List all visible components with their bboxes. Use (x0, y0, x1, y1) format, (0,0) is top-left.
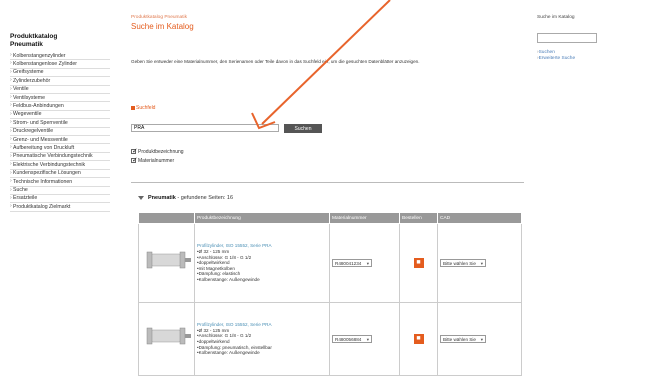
cad-cell: Bitte wählen Sie (437, 302, 522, 376)
bullet-square-icon (131, 105, 135, 110)
sidebar-title-line2: Pneumatik (10, 41, 43, 48)
cad-select[interactable]: Bitte wählen Sie (440, 335, 486, 344)
sidebar-item[interactable]: Wegeventile (10, 111, 110, 120)
sidebar-item[interactable]: Druckregelventile (10, 128, 110, 137)
results-table: Produktbezeichnung Materialnummer Bestel… (138, 212, 522, 376)
page-title: Suche im Katalog (131, 22, 194, 31)
table-row: Profilzylinder, ISO 15552, Serie PRAØ 32… (138, 223, 522, 303)
order-cell: ■ (399, 302, 438, 376)
right-search-label: Suche im Katalog (537, 15, 575, 20)
material-cell: R480056884 (329, 302, 400, 376)
sidebar-item[interactable]: Strom- und Sperrventile (10, 119, 110, 128)
col-product: Produktbezeichnung (194, 212, 330, 224)
breadcrumb[interactable]: Produktkatalog Pneumatik (131, 15, 187, 20)
cad-select[interactable]: Bitte wählen Sie (440, 259, 486, 268)
right-links: Suchen Erweiterte Suche (537, 50, 576, 62)
product-cell: Profilzylinder, ISO 15552, Serie PRAØ 32… (194, 302, 330, 376)
material-select[interactable]: R480041234 (332, 259, 372, 268)
sidebar-item[interactable]: Aufbereitung von Druckluft (10, 144, 110, 153)
cart-icon[interactable]: ■ (413, 334, 424, 344)
result-count: - gefundene Seiten: 16 (175, 195, 234, 201)
cart-icon[interactable]: ■ (413, 258, 424, 268)
catalog-search-input[interactable] (537, 33, 597, 43)
link-advanced-search[interactable]: Erweiterte Suche (537, 56, 576, 62)
sidebar-item[interactable]: Feldbus-Anbindungen (10, 102, 110, 111)
checkbox-material-number[interactable]: Materialnummer (131, 156, 175, 164)
sidebar-item[interactable]: Ventile (10, 86, 110, 95)
sidebar-item[interactable]: Produktkatalog Zielmarkt (10, 203, 110, 212)
order-cell: ■ (399, 223, 438, 303)
sidebar-item[interactable]: Pneumatische Verbindungstechnik (10, 153, 110, 162)
cylinder-product-image (146, 327, 191, 345)
material-select[interactable]: R480056884 (332, 335, 372, 344)
table-header-row: Produktbezeichnung Materialnummer Bestel… (138, 212, 522, 224)
cylinder-product-image (146, 251, 191, 269)
result-heading[interactable]: Pneumatik - gefundene Seiten: 16 (138, 195, 233, 201)
search-label-text: Suchfeld (136, 105, 156, 111)
sidebar-item[interactable]: Suche (10, 187, 110, 195)
sidebar-item[interactable]: Greifsysteme (10, 69, 110, 78)
checkbox-label: Materialnummer (138, 158, 175, 164)
page: Produktkatalog Pneumatik Kolbenstangenzy… (0, 0, 658, 376)
sidebar-item[interactable]: Zylinderzubehör (10, 77, 110, 86)
cad-cell: Bitte wählen Sie (437, 223, 522, 303)
col-order: Bestellen (399, 212, 438, 224)
sidebar-list: KolbenstangenzylinderKolbenstangenlose Z… (10, 52, 110, 212)
checkbox-checked-icon[interactable] (131, 147, 138, 155)
collapse-triangle-icon[interactable] (138, 195, 144, 200)
material-cell: R480041234 (329, 223, 400, 303)
sidebar-title-line1: Produktkatalog (10, 33, 58, 40)
feature-item: Kolbenstange: Außengewinde (197, 350, 327, 356)
checkbox-label: Produktbezeichnung (138, 149, 184, 155)
sidebar-nav: Produktkatalog Pneumatik Kolbenstangenzy… (10, 33, 110, 212)
sidebar-item[interactable]: Technische Informationen (10, 178, 110, 187)
sidebar-item[interactable]: Ersatzteile (10, 195, 110, 204)
search-label: Suchfeld (131, 105, 155, 111)
sidebar-item[interactable]: Kolbenstangenlose Zylinder (10, 60, 110, 69)
intro-text: Geben Sie entweder eine Materialnummer, … (131, 59, 420, 64)
col-cad: CAD (437, 212, 522, 224)
sidebar-item[interactable]: Kundenspezifische Lösungen (10, 170, 110, 179)
sidebar-title: Produktkatalog Pneumatik (10, 33, 110, 49)
sidebar-item[interactable]: Elektrische Verbindungstechnik (10, 161, 110, 170)
col-image (138, 212, 195, 224)
image-cell (138, 302, 195, 376)
col-material: Materialnummer (329, 212, 400, 224)
search-button[interactable]: Suchen (284, 124, 322, 133)
image-cell (138, 223, 195, 303)
feature-list: Ø 32 - 125 mmAnschlüsse: G 1/8 - G 1/2do… (197, 328, 327, 356)
sidebar-item[interactable]: Grenz- und Messventile (10, 136, 110, 145)
result-group: Pneumatik (148, 195, 176, 201)
search-input[interactable] (131, 124, 279, 132)
checkbox-product-name[interactable]: Produktbezeichnung (131, 147, 184, 155)
checkbox-checked-icon[interactable] (131, 156, 138, 164)
sidebar-item[interactable]: Ventilsysteme (10, 94, 110, 103)
table-row: Profilzylinder, ISO 15552, Serie PRAØ 32… (138, 302, 522, 376)
feature-list: Ø 32 - 125 mmAnschlüsse: G 1/8 - G 1/2do… (197, 249, 327, 283)
sidebar-item[interactable]: Kolbenstangenzylinder (10, 52, 110, 61)
divider (131, 182, 524, 183)
feature-item: Kolbenstange: Außengewinde (197, 277, 327, 283)
product-cell: Profilzylinder, ISO 15552, Serie PRAØ 32… (194, 223, 330, 303)
